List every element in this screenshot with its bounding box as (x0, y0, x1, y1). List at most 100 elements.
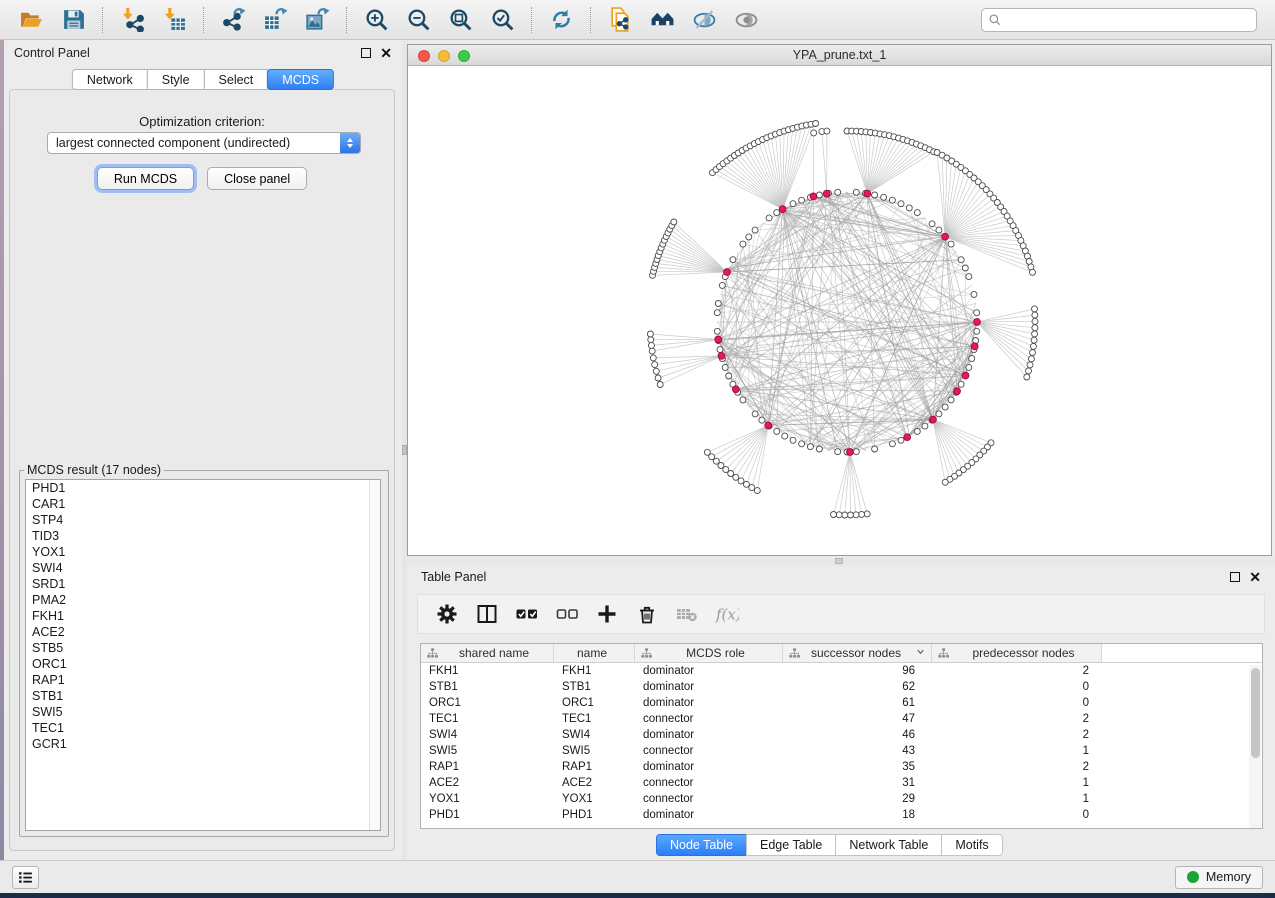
run-mcds-button[interactable]: Run MCDS (97, 167, 194, 190)
minimize-window-icon[interactable] (438, 50, 450, 62)
mcds-result-item[interactable]: RAP1 (26, 672, 380, 688)
mcds-result-item[interactable]: STB1 (26, 688, 380, 704)
network-window: YPA_prune.txt_1 (407, 44, 1272, 556)
cell-predecessor-nodes: 1 (932, 777, 1102, 789)
export-table-button[interactable] (258, 4, 292, 36)
tab-mcds[interactable]: MCDS (267, 69, 334, 90)
splitter-grip[interactable] (835, 558, 843, 564)
table-row[interactable]: PHD1PHD1dominator180 (421, 807, 1262, 823)
mcds-result-item[interactable]: YOX1 (26, 544, 380, 560)
open-file-button[interactable] (14, 4, 48, 36)
save-session-button[interactable] (56, 4, 90, 36)
table-row[interactable]: ACE2ACE2connector311 (421, 775, 1262, 791)
scrollbar-thumb[interactable] (1251, 668, 1260, 758)
mcds-result-item[interactable]: PHD1 (26, 480, 380, 496)
function-builder-button: f(x) (710, 598, 744, 630)
criterion-select[interactable]: largest connected component (undirected) (47, 132, 361, 154)
import-network-from-file-button[interactable] (115, 4, 149, 36)
apply-layout-button[interactable] (544, 4, 578, 36)
table-options-button[interactable] (430, 598, 464, 630)
list-icon (17, 869, 34, 886)
cell-predecessor-nodes: 0 (932, 809, 1102, 821)
mcds-result-title: MCDS result (17 nodes) (24, 463, 164, 477)
zoom-out-button[interactable] (401, 4, 435, 36)
column-header-successor-nodes[interactable]: successor nodes (783, 644, 932, 662)
create-new-column-button[interactable] (590, 598, 624, 630)
float-panel-icon[interactable] (361, 48, 371, 58)
tab-network-table[interactable]: Network Table (835, 834, 942, 856)
zoom-in-button[interactable] (359, 4, 393, 36)
close-panel-icon[interactable]: ✕ (1249, 572, 1261, 582)
show-column-panel-button[interactable] (470, 598, 504, 630)
cell-name: PHD1 (554, 809, 635, 821)
mcds-result-item[interactable]: TID3 (26, 528, 380, 544)
tab-style[interactable]: Style (147, 69, 205, 90)
mcds-result-item[interactable]: SRD1 (26, 576, 380, 592)
table-row[interactable]: YOX1YOX1connector291 (421, 791, 1262, 807)
close-window-icon[interactable] (418, 50, 430, 62)
tab-edge-table[interactable]: Edge Table (746, 834, 836, 856)
mcds-result-item[interactable]: PMA2 (26, 592, 380, 608)
export-image-button[interactable] (300, 4, 334, 36)
zoom-fit-content-button[interactable] (443, 4, 477, 36)
cell-mcds-role: dominator (635, 665, 783, 677)
table-panel: Table Panel ✕ f(x) shared namenameMCDS r… (407, 566, 1275, 860)
mcds-list-scrollbar[interactable] (369, 480, 380, 830)
column-header-name[interactable]: name (554, 644, 635, 662)
cell-shared-name: STB1 (421, 681, 554, 693)
close-panel-icon[interactable]: ✕ (380, 48, 392, 58)
table-row[interactable]: ORC1ORC1dominator610 (421, 695, 1262, 711)
table-row[interactable]: STB1STB1dominator620 (421, 679, 1262, 695)
first-neighbors-button[interactable] (645, 4, 679, 36)
table-row[interactable]: RAP1RAP1dominator352 (421, 759, 1262, 775)
column-header-shared-name[interactable]: shared name (421, 644, 554, 662)
tab-motifs[interactable]: Motifs (941, 834, 1002, 856)
show-panels-button[interactable] (12, 866, 39, 889)
mcds-result-item[interactable]: SWI5 (26, 704, 380, 720)
hide-selected-button[interactable] (687, 4, 721, 36)
horizontal-splitter[interactable] (407, 556, 1275, 566)
mcds-result-item[interactable]: ACE2 (26, 624, 380, 640)
cell-successor-nodes: 47 (783, 713, 932, 725)
table-row[interactable]: TEC1TEC1connector472 (421, 711, 1262, 727)
tab-node-table[interactable]: Node Table (656, 834, 747, 856)
export-network-button[interactable] (216, 4, 250, 36)
select-all-rows-button[interactable] (510, 598, 544, 630)
delete-table-icon (675, 602, 699, 626)
tab-select[interactable]: Select (204, 69, 269, 90)
delete-columns-button[interactable] (630, 598, 664, 630)
mcds-result-item[interactable]: FKH1 (26, 608, 380, 624)
node-table: shared namenameMCDS rolesuccessor nodesp… (420, 643, 1263, 829)
mcds-result-item[interactable]: ORC1 (26, 656, 380, 672)
cell-predecessor-nodes: 2 (932, 761, 1102, 773)
export-image-icon (305, 7, 330, 32)
column-header-predecessor-nodes[interactable]: predecessor nodes (932, 644, 1102, 662)
memory-button[interactable]: Memory (1175, 866, 1263, 889)
mcds-result-item[interactable]: GCR1 (26, 736, 380, 752)
show-all-button[interactable] (729, 4, 763, 36)
table-scrollbar[interactable] (1249, 665, 1261, 828)
mcds-result-item[interactable]: STP4 (26, 512, 380, 528)
deselect-all-rows-button[interactable] (550, 598, 584, 630)
search-input[interactable] (1007, 10, 1250, 30)
column-header-MCDS-role[interactable]: MCDS role (635, 644, 783, 662)
network-canvas[interactable] (408, 66, 1271, 555)
sort-desc-icon (915, 646, 926, 660)
import-table-from-file-button[interactable] (157, 4, 191, 36)
mcds-result-item[interactable]: TEC1 (26, 720, 380, 736)
table-row[interactable]: SWI4SWI4dominator462 (421, 727, 1262, 743)
table-row[interactable]: SWI5SWI5connector431 (421, 743, 1262, 759)
cell-successor-nodes: 96 (783, 665, 932, 677)
cell-successor-nodes: 61 (783, 697, 932, 709)
new-network-from-selection-button[interactable] (603, 4, 637, 36)
close-panel-button[interactable]: Close panel (207, 167, 307, 190)
float-panel-icon[interactable] (1230, 572, 1240, 582)
mcds-result-item[interactable]: STB5 (26, 640, 380, 656)
zoom-selected-region-button[interactable] (485, 4, 519, 36)
mcds-result-item[interactable]: SWI4 (26, 560, 380, 576)
mcds-result-item[interactable]: CAR1 (26, 496, 380, 512)
network-graph[interactable] (408, 66, 1271, 555)
maximize-window-icon[interactable] (458, 50, 470, 62)
table-row[interactable]: FKH1FKH1dominator962 (421, 663, 1262, 679)
tab-network[interactable]: Network (72, 69, 148, 90)
